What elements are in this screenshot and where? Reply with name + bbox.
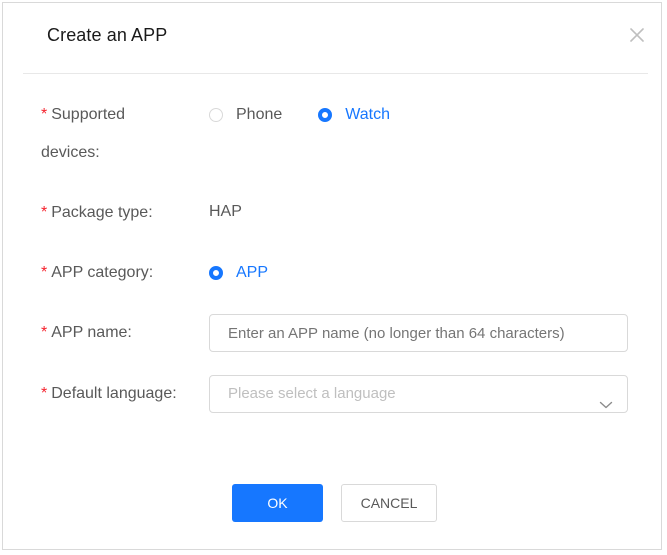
- supported-devices-label: * Supported: [41, 96, 125, 134]
- dialog-title: Create an APP: [47, 25, 168, 45]
- category-radio-group: APP: [209, 264, 304, 282]
- app-name-input[interactable]: [209, 314, 628, 352]
- package-type-label: * Package type:: [41, 194, 153, 232]
- supported-devices-label-line2: devices:: [41, 144, 100, 161]
- supported-devices-label-line1: Supported: [51, 106, 126, 123]
- radio-watch-label: Watch: [345, 106, 391, 123]
- app-name-label: * APP name:: [41, 314, 132, 352]
- radio-circle-watch: [318, 108, 333, 122]
- radio-phone-label: Phone: [236, 106, 283, 123]
- default-language-label-text: Default language:: [51, 385, 177, 402]
- app-name-label-text: APP name:: [51, 324, 132, 341]
- create-app-dialog: Create an APP * Supported devices: Phone …: [2, 2, 662, 550]
- package-type-value: HAP: [209, 203, 242, 220]
- radio-watch[interactable]: Watch: [318, 106, 390, 124]
- radio-circle-app: [209, 266, 223, 280]
- cancel-button[interactable]: CANCEL: [341, 484, 437, 522]
- required-mark: *: [41, 324, 48, 341]
- required-mark: *: [41, 204, 48, 221]
- radio-phone[interactable]: Phone: [209, 106, 282, 124]
- radio-circle-phone: [209, 108, 223, 122]
- devices-radio-group: Phone Watch: [209, 106, 426, 124]
- ok-button[interactable]: OK: [232, 484, 323, 522]
- close-icon[interactable]: [627, 25, 647, 45]
- app-category-label: * APP category:: [41, 254, 153, 292]
- default-language-label: * Default language:: [41, 375, 177, 413]
- chevron-down-icon: [599, 388, 613, 412]
- header-divider: [23, 73, 648, 74]
- required-mark: *: [41, 385, 48, 402]
- radio-app[interactable]: APP: [209, 264, 268, 282]
- package-type-label-text: Package type:: [51, 204, 153, 221]
- radio-app-label: APP: [236, 264, 269, 281]
- language-select-placeholder: Please select a language: [228, 385, 396, 402]
- language-select[interactable]: Please select a language: [209, 375, 628, 413]
- required-mark: *: [41, 106, 48, 123]
- app-category-label-text: APP category:: [51, 264, 154, 281]
- required-mark: *: [41, 264, 48, 281]
